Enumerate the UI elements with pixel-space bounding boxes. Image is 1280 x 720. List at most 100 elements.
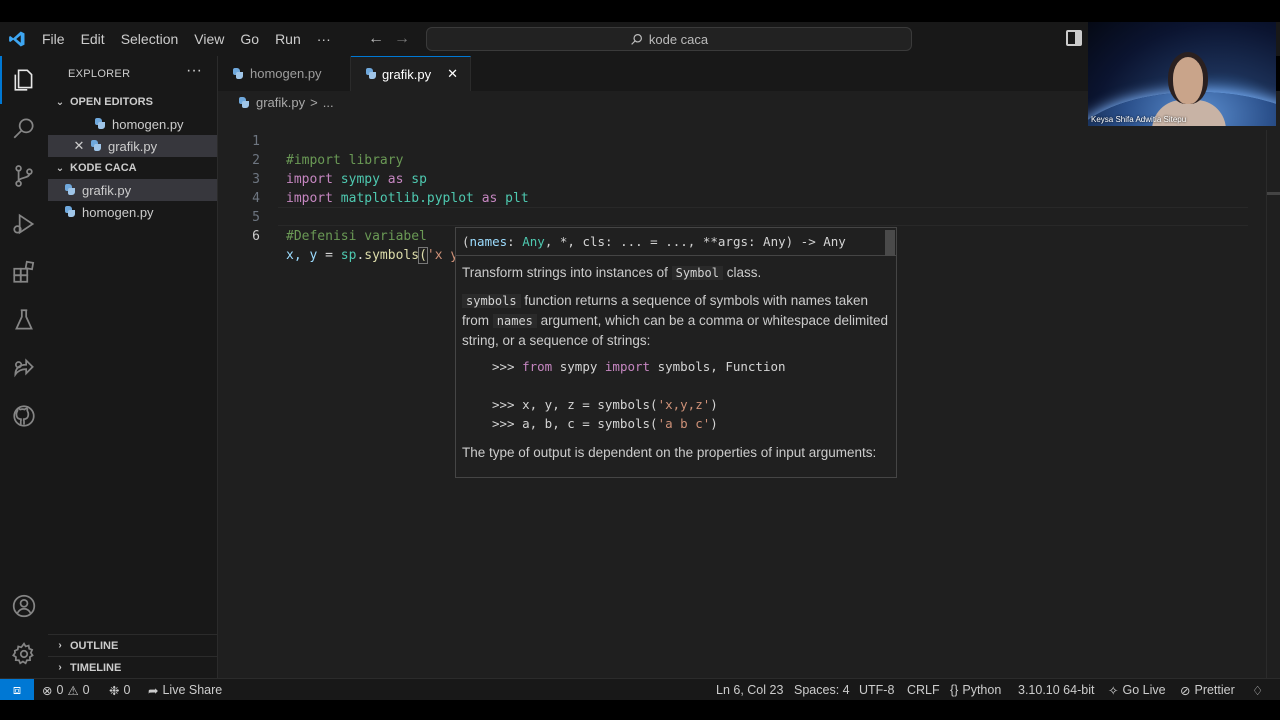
- ports-count: 0: [123, 683, 131, 697]
- line-number: 6: [252, 229, 260, 244]
- language-mode[interactable]: {} Python: [950, 679, 1001, 701]
- command-center-text: kode caca: [648, 31, 709, 47]
- status-bar: ⧈ ⊗ 0 ⚠ 0 ❉ 0 ➦ Live Share Ln 6, Col 23 …: [0, 678, 1280, 701]
- file-item-homogen[interactable]: homogen.py: [48, 201, 217, 223]
- editor-scrollbar[interactable]: [1266, 130, 1280, 678]
- notifications-bell-icon[interactable]: ♢: [1252, 679, 1263, 701]
- string-literal: 'a b c': [657, 416, 711, 431]
- error-icon: ⊗: [42, 683, 53, 698]
- open-editors-label: OPEN EDITORS: [70, 96, 153, 108]
- operator: =: [317, 248, 341, 263]
- live-share-label: Live Share: [162, 683, 223, 697]
- hover-scrollbar[interactable]: [885, 230, 895, 256]
- encoding[interactable]: UTF-8: [859, 679, 894, 701]
- search-icon[interactable]: [0, 104, 48, 152]
- end-of-line[interactable]: CRLF: [907, 679, 940, 701]
- account-icon[interactable]: [0, 582, 48, 630]
- github-icon[interactable]: [0, 392, 48, 440]
- menu-go[interactable]: Go: [232, 22, 267, 56]
- scrollbar-marker: [1267, 192, 1280, 195]
- tab-grafik[interactable]: grafik.py ✕: [351, 56, 471, 91]
- menu-file[interactable]: File: [34, 22, 73, 56]
- back-arrow-icon[interactable]: ←: [368, 30, 384, 48]
- inline-code: Symbol: [671, 266, 723, 280]
- example-text: symbols, Function: [650, 359, 786, 374]
- chevron-down-icon: ⌄: [55, 96, 65, 108]
- hover-documentation-popup[interactable]: (names: Any, *, cls: ... = ..., **args: …: [455, 227, 897, 478]
- testing-icon[interactable]: [0, 296, 48, 344]
- chevron-right-icon: ›: [58, 662, 62, 673]
- tab-homogen[interactable]: homogen.py: [218, 56, 351, 91]
- inline-code: symbols: [462, 294, 521, 308]
- editor-tabs: homogen.py grafik.py ✕: [218, 56, 1088, 91]
- breadcrumb-more[interactable]: ...: [323, 95, 334, 110]
- bracket: (: [418, 247, 428, 264]
- module-alias: sp: [340, 248, 357, 263]
- sig-type: Any: [522, 234, 545, 249]
- example-text: ): [710, 416, 718, 431]
- doc-paragraph-3: The type of output is dependent on the p…: [462, 445, 877, 460]
- prettier-button[interactable]: ⊘ Prettier: [1180, 679, 1235, 701]
- open-editor-item-homogen[interactable]: homogen.py: [48, 113, 217, 135]
- breadcrumb-file[interactable]: grafik.py: [256, 95, 305, 110]
- folder-label: KODE CACA: [70, 162, 137, 174]
- menu-run[interactable]: Run: [267, 22, 309, 56]
- extensions-icon[interactable]: [0, 248, 48, 296]
- cursor-position[interactable]: Ln 6, Col 23: [716, 679, 783, 701]
- tab-label: grafik.py: [381, 66, 432, 82]
- search-icon: [631, 33, 642, 45]
- language-label: Python: [962, 683, 1002, 697]
- activity-bar: [0, 56, 48, 678]
- live-share-activity-icon[interactable]: [0, 344, 48, 392]
- function-name: symbols: [364, 248, 420, 263]
- webcam-person-head: [1168, 52, 1208, 104]
- timeline-header[interactable]: › TIMELINE: [48, 656, 218, 678]
- doc-example-2: >>> x, y, z = symbols('x,y,z'): [492, 397, 718, 412]
- broadcast-icon: ❉: [109, 683, 120, 698]
- example-text: >>> a, b, c = symbols(: [492, 416, 658, 431]
- code-line-5: 5 #Defenisi variabel: [218, 189, 1258, 244]
- menu-more[interactable]: ···: [309, 22, 339, 56]
- menu-edit[interactable]: Edit: [73, 22, 113, 56]
- explorer-icon[interactable]: [0, 56, 48, 104]
- prettier-label: Prettier: [1194, 683, 1235, 697]
- sig-colon: :: [507, 234, 523, 249]
- live-share-button[interactable]: ➦ Live Share: [148, 679, 222, 701]
- go-live-button[interactable]: ✧ Go Live: [1108, 679, 1166, 701]
- indentation[interactable]: Spaces: 4: [794, 679, 850, 701]
- ports-indicator[interactable]: ❉ 0: [109, 679, 130, 701]
- doc-example-3: >>> a, b, c = symbols('a b c'): [492, 416, 718, 431]
- sig-rest: , *, cls: ... = ..., **args: Any) -> Any: [544, 234, 846, 249]
- close-tab-icon[interactable]: ✕: [447, 66, 458, 82]
- file-item-grafik[interactable]: grafik.py: [48, 179, 217, 201]
- example-text: sympy: [552, 359, 605, 374]
- run-debug-icon[interactable]: [0, 200, 48, 248]
- python-interpreter[interactable]: 3.10.10 64-bit: [1018, 679, 1094, 701]
- menu-view[interactable]: View: [186, 22, 232, 56]
- open-editor-label: grafik.py: [108, 138, 158, 154]
- forward-arrow-icon[interactable]: →: [394, 30, 410, 48]
- doc-text: Transform strings into instances of: [462, 265, 672, 280]
- file-label: grafik.py: [82, 182, 132, 198]
- sig-param: names: [469, 234, 508, 249]
- code-line-3: 3 import matplotlib.pyplot as plt: [218, 151, 1258, 206]
- outline-label: OUTLINE: [70, 639, 119, 652]
- folder-header-kode-caca[interactable]: ⌄ KODE CACA: [48, 157, 218, 179]
- settings-gear-icon[interactable]: [0, 630, 48, 678]
- open-editor-item-grafik[interactable]: ✕ grafik.py: [48, 135, 217, 157]
- remote-indicator-icon[interactable]: ⧈: [0, 679, 34, 701]
- open-editors-header[interactable]: ⌄ OPEN EDITORS: [48, 91, 218, 113]
- comment: #Defenisi variabel: [286, 229, 427, 244]
- problems-indicator[interactable]: ⊗ 0 ⚠ 0: [42, 679, 90, 701]
- file-label: homogen.py: [82, 204, 154, 220]
- menu-selection[interactable]: Selection: [113, 22, 187, 56]
- code-line-2: 2 import sympy as sp: [218, 132, 1258, 187]
- toggle-sidebar-icon[interactable]: [1066, 30, 1082, 46]
- command-center-search[interactable]: kode caca: [426, 27, 912, 51]
- source-control-icon[interactable]: [0, 152, 48, 200]
- outline-header[interactable]: › OUTLINE: [48, 634, 218, 656]
- explorer-more-button[interactable]: ···: [186, 62, 202, 80]
- python-file-icon: [90, 140, 102, 152]
- close-icon[interactable]: ✕: [72, 138, 86, 154]
- python-file-icon: [94, 118, 106, 130]
